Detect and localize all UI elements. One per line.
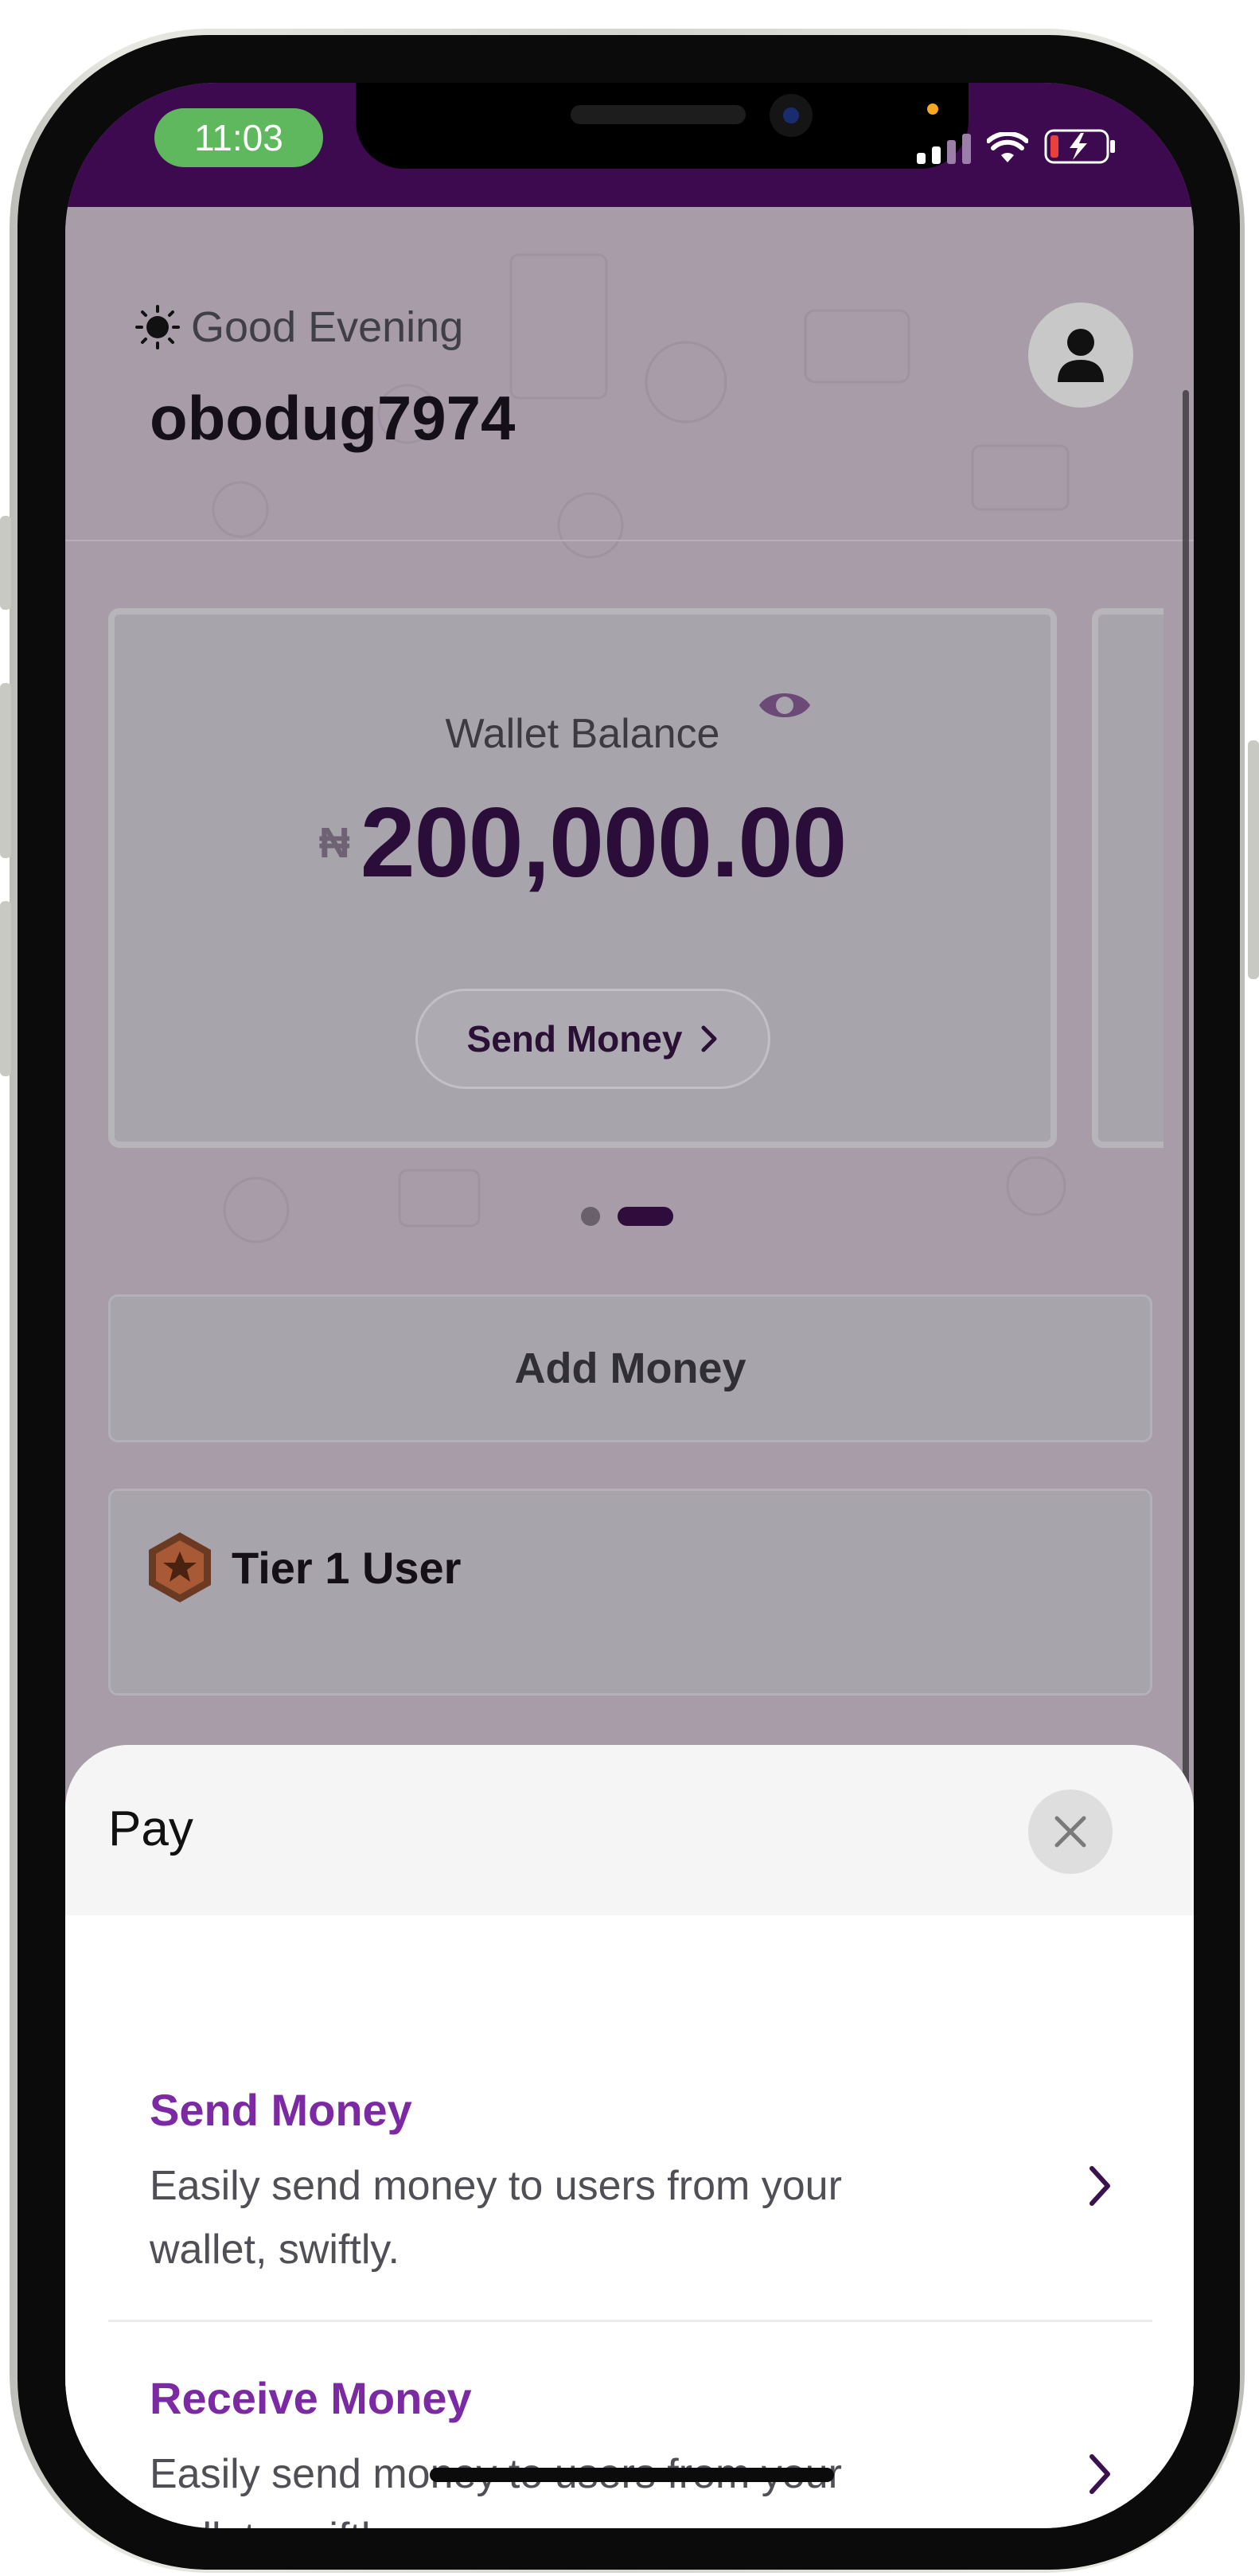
receive-money-option[interactable]: Receive Money Easily send money to users…: [108, 2372, 1152, 2528]
chevron-right-icon: [1089, 2454, 1110, 2494]
carousel-dot[interactable]: [581, 1207, 600, 1226]
status-icons: [917, 129, 1117, 164]
silent-switch: [0, 516, 11, 610]
eye-icon[interactable]: [758, 685, 812, 726]
option-description: Easily send money to users from your wal…: [150, 2451, 842, 2528]
wifi-icon: [987, 132, 1028, 162]
screen: 11:03 Good Evening obodug7974 Wallet Bal…: [65, 83, 1194, 2528]
greeting: Good Evening: [134, 302, 463, 352]
volume-down-button: [0, 901, 11, 1076]
sun-icon: [135, 305, 180, 349]
option-title: Receive Money: [150, 2373, 472, 2423]
profile-button[interactable]: [1028, 302, 1133, 408]
pay-bottom-sheet: Pay Send Money Easily send money to user…: [65, 1745, 1194, 2528]
chevron-right-icon: [1089, 2166, 1110, 2206]
camera-icon: [770, 94, 813, 137]
user-icon: [1058, 329, 1104, 382]
status-bar: 11:03: [65, 83, 1194, 207]
signal-icon: [917, 134, 971, 164]
tier-label: Tier 1 User: [232, 1542, 462, 1593]
wallet-balance-label: Wallet Balance: [445, 711, 720, 757]
add-money-button[interactable]: Add Money: [108, 1294, 1152, 1442]
carousel-indicator: [581, 1207, 673, 1226]
send-money-label: Send Money: [466, 1018, 683, 1060]
next-card-preview[interactable]: [1092, 608, 1164, 1148]
header-divider: [65, 540, 1194, 541]
home-indicator[interactable]: [430, 2468, 834, 2482]
star-badge-icon: [149, 1532, 211, 1602]
tier-row: Tier 1 User: [146, 1531, 461, 1604]
close-button[interactable]: [1028, 1790, 1113, 1874]
wallet-card: Wallet Balance ₦ 200,000.00 Send Money: [108, 608, 1057, 1148]
volume-up-button: [0, 683, 11, 858]
send-money-button[interactable]: Send Money: [415, 989, 770, 1089]
balance-value: 200,000.00: [360, 788, 848, 898]
battery-charging-icon: [1044, 129, 1115, 164]
notch: [356, 83, 969, 169]
power-button: [1248, 740, 1259, 979]
username: obodug7974: [150, 383, 516, 453]
currency-symbol: ₦: [318, 819, 350, 867]
privacy-indicator: [927, 103, 938, 115]
chevron-right-icon: [701, 1025, 717, 1052]
home-screen: Good Evening obodug7974 Wallet Balance ₦…: [65, 207, 1194, 2528]
sheet-header: Pay: [65, 1745, 1194, 1915]
close-icon: [1054, 1816, 1086, 1848]
option-title: Send Money: [150, 2085, 412, 2135]
carousel-dot-active[interactable]: [618, 1207, 673, 1226]
option-divider: [108, 2320, 1152, 2322]
add-money-label: Add Money: [514, 1345, 746, 1392]
earpiece: [571, 105, 746, 124]
status-time: 11:03: [154, 108, 323, 167]
send-money-option[interactable]: Send Money Easily send money to users fr…: [108, 2084, 1152, 2283]
sheet-title: Pay: [108, 1801, 193, 1856]
greeting-text: Good Evening: [191, 303, 464, 351]
option-description: Easily send money to users from your wal…: [150, 2163, 842, 2273]
tier-card[interactable]: Tier 1 User: [108, 1489, 1152, 1696]
wallet-balance-amount: ₦ 200,000.00: [115, 786, 1050, 900]
